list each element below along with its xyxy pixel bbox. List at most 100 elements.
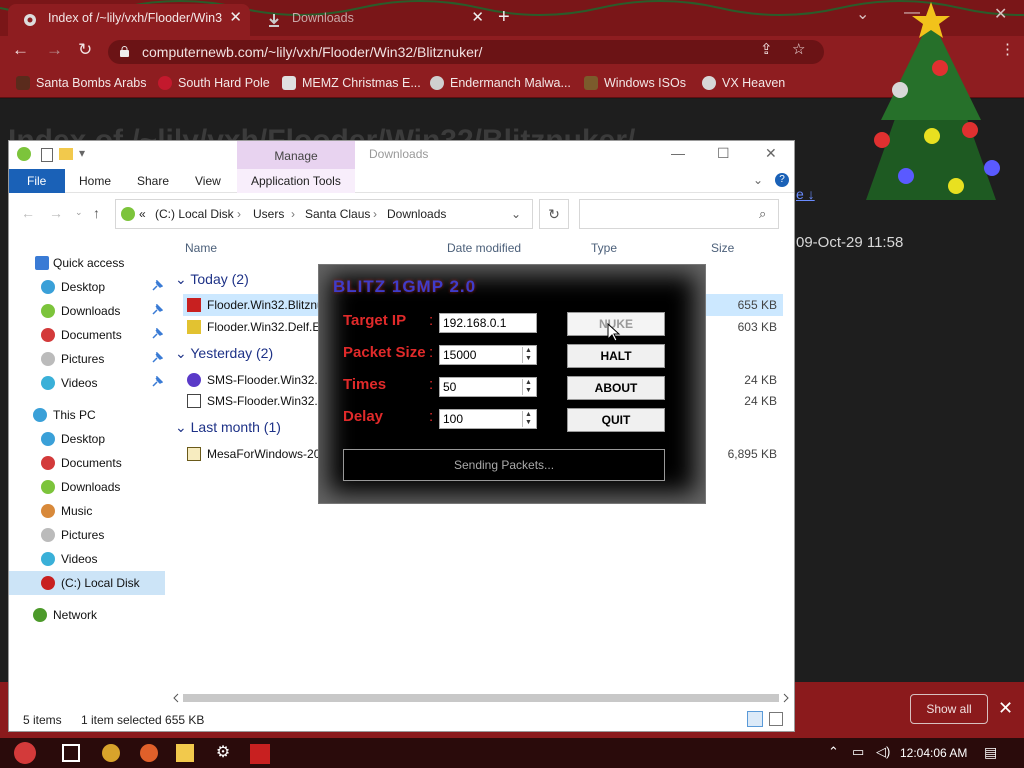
breadcrumb-users[interactable]: Users (253, 207, 284, 221)
chevron-down-icon[interactable]: ⌄ (511, 207, 521, 221)
forward-icon[interactable]: → (46, 40, 63, 60)
column-header-date[interactable]: Date modified (447, 241, 521, 255)
target-ip-input[interactable]: 192.168.0.1 (439, 313, 537, 333)
minimize-icon[interactable]: — (671, 145, 685, 161)
breadcrumb-downloads[interactable]: Downloads (387, 207, 446, 221)
notifications-icon[interactable]: ▤ (984, 744, 997, 761)
nav-network[interactable]: Network (9, 603, 165, 627)
file-icon (187, 298, 201, 312)
packet-size-stepper[interactable]: 15000 ▲ ▼ (439, 345, 537, 365)
network-icon[interactable]: ▭ (852, 744, 864, 760)
back-icon[interactable]: ← (12, 40, 29, 60)
download-shelf-close-button[interactable]: ✕ (998, 698, 1013, 719)
bookmark-icon (16, 76, 30, 90)
show-all-button[interactable]: Show all (910, 694, 988, 724)
new-tab-button[interactable]: + (498, 6, 510, 29)
forward-icon[interactable]: → (49, 205, 63, 221)
back-icon[interactable]: ← (21, 205, 35, 221)
group-yesterday[interactable]: ⌄ Yesterday (2) (175, 345, 273, 362)
spinner-arrows-icon[interactable]: ▲ ▼ (522, 379, 534, 395)
horizontal-scrollbar[interactable] (171, 691, 791, 705)
bookmark-endermanch[interactable]: Endermanch Malwa... (430, 76, 571, 90)
nav-pc-desktop[interactable]: Desktop (9, 427, 165, 451)
firefox-icon[interactable] (140, 744, 158, 762)
taskbar-clock[interactable]: 12:04:06 AM (900, 746, 967, 760)
blitz-title: BLITZ 1GMP 2.0 (333, 277, 477, 296)
bookmark-vx-heaven[interactable]: VX Heaven (702, 76, 785, 90)
up-icon[interactable]: ↑ (93, 205, 100, 221)
spinner-arrows-icon[interactable]: ▲ ▼ (522, 347, 534, 363)
blitz-app-icon[interactable] (250, 744, 270, 764)
chevron-up-icon[interactable]: ⌃ (828, 744, 839, 760)
bookmark-memz[interactable]: MEMZ Christmas E... (282, 76, 421, 90)
close-icon[interactable]: ✕ (765, 145, 777, 162)
maximize-icon[interactable]: ☐ (717, 145, 730, 162)
page-link[interactable]: e ↓ (796, 186, 815, 202)
nav-this-pc[interactable]: This PC (9, 403, 165, 427)
nav-desktop[interactable]: Desktop (9, 275, 165, 299)
nav-documents[interactable]: Documents (9, 323, 165, 347)
about-button[interactable]: ABOUT (567, 376, 665, 400)
share-icon[interactable]: ⇪ (760, 40, 773, 58)
window-title: Downloads (369, 147, 429, 161)
halt-button[interactable]: HALT (567, 344, 665, 368)
settings-icon[interactable]: ⚙ (214, 744, 232, 762)
column-header-name[interactable]: Name (185, 241, 217, 255)
nav-videos[interactable]: Videos (9, 371, 165, 395)
nav-pc-videos[interactable]: Videos (9, 547, 165, 571)
nav-pc-pictures[interactable]: Pictures (9, 523, 165, 547)
blitz-nuker-window: BLITZ 1GMP 2.0 Target IP : 192.168.0.1 P… (318, 264, 706, 504)
delay-stepper[interactable]: 100 ▲ ▼ (439, 409, 537, 429)
start-button-icon[interactable] (14, 742, 36, 764)
column-header-size[interactable]: Size (711, 241, 734, 255)
new-folder-icon[interactable] (59, 148, 73, 160)
reload-icon[interactable]: ↻ (78, 40, 92, 60)
tab-file[interactable]: File (9, 169, 65, 193)
details-view-icon[interactable] (747, 711, 763, 727)
nav-pc-downloads[interactable]: Downloads (9, 475, 165, 499)
group-today[interactable]: ⌄ Today (2) (175, 271, 249, 288)
group-last-month[interactable]: ⌄ Last month (1) (175, 419, 281, 436)
volume-icon[interactable]: ◁) (876, 744, 890, 760)
bookmark-santa-bombs[interactable]: Santa Bombs Arabs (16, 76, 146, 90)
breadcrumb-local-disk[interactable]: (C:) Local Disk (155, 207, 234, 221)
nav-quick-access[interactable]: Quick access (9, 251, 165, 275)
nav-pc-music[interactable]: Music (9, 499, 165, 523)
breadcrumb-santa-claus[interactable]: Santa Claus (305, 207, 370, 221)
chrome-icon[interactable] (102, 744, 120, 762)
target-ip-label: Target IP (343, 312, 407, 329)
times-stepper[interactable]: 50 ▲ ▼ (439, 377, 537, 397)
search-input[interactable] (579, 199, 779, 229)
tab-home[interactable]: Home (65, 169, 125, 193)
help-icon[interactable]: ? (775, 173, 789, 187)
recent-locations-icon[interactable]: ⌄ (75, 207, 83, 218)
nav-downloads[interactable]: Downloads (9, 299, 165, 323)
refresh-icon[interactable]: ↻ (539, 199, 569, 229)
tab-close-button[interactable]: ✕ (229, 4, 242, 32)
file-explorer-icon[interactable] (176, 744, 194, 762)
nav-pictures[interactable]: Pictures (9, 347, 165, 371)
tab-view[interactable]: View (181, 169, 235, 193)
music-icon (41, 504, 55, 518)
tab-downloads[interactable]: Downloads ✕ (252, 4, 492, 36)
properties-icon[interactable] (41, 148, 53, 162)
bookmark-south-hard-pole[interactable]: South Hard Pole (158, 76, 270, 90)
large-icons-view-icon[interactable] (769, 712, 783, 726)
chevron-right-icon: › (373, 207, 377, 221)
tab-close-button[interactable]: ✕ (471, 4, 484, 32)
pin-icon (152, 352, 163, 363)
spinner-arrows-icon[interactable]: ▲ ▼ (522, 411, 534, 427)
nav-local-disk[interactable]: (C:) Local Disk (9, 571, 165, 595)
tab-index-of[interactable]: Index of /~lily/vxh/Flooder/Win3 ✕ (8, 4, 250, 36)
tab-share[interactable]: Share (123, 169, 183, 193)
quick-access-dropdown-icon[interactable]: ▾ (79, 146, 85, 160)
ribbon-expand-icon[interactable]: ⌄ (753, 173, 763, 187)
bookmark-star-icon[interactable]: ☆ (792, 40, 805, 58)
column-header-type[interactable]: Type (591, 241, 617, 255)
quit-button[interactable]: QUIT (567, 408, 665, 432)
task-view-icon[interactable] (62, 744, 80, 762)
nav-pc-documents[interactable]: Documents (9, 451, 165, 475)
tab-manage[interactable]: Manage (237, 141, 355, 169)
bookmark-windows-isos[interactable]: Windows ISOs (584, 76, 686, 90)
tab-application-tools[interactable]: Application Tools (237, 169, 355, 193)
